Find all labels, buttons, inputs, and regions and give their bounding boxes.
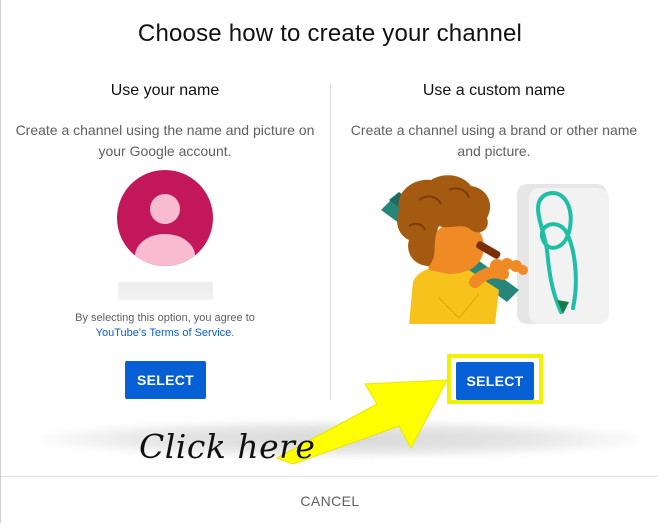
use-custom-name-description: Create a channel using a brand or other …	[350, 122, 638, 159]
account-name-placeholder	[118, 282, 213, 300]
terms-agreement: By selecting this option, you agree to Y…	[15, 311, 315, 341]
person-icon	[117, 170, 213, 266]
use-your-name-option: Use your name Create a channel using the…	[15, 82, 315, 339]
column-divider	[330, 84, 331, 400]
select-use-custom-name-button[interactable]: SELECT	[456, 362, 534, 400]
footer-divider	[1, 476, 658, 477]
cancel-button[interactable]: CANCEL	[1, 493, 658, 509]
use-your-name-description: Create a channel using the name and pict…	[15, 122, 315, 159]
use-custom-name-option: Use a custom name Create a channel using…	[344, 82, 644, 162]
agree-text: By selecting this option, you agree to	[75, 312, 255, 324]
use-your-name-title: Use your name	[110, 82, 220, 99]
use-custom-name-title: Use a custom name	[422, 82, 566, 99]
create-channel-dialog: Choose how to create your channel Use yo…	[0, 0, 658, 523]
dialog-title: Choose how to create your channel	[137, 20, 523, 47]
person-painting-illustration	[381, 175, 609, 324]
select-use-your-name-button[interactable]: SELECT	[125, 361, 206, 399]
terms-of-service-link[interactable]: YouTube's Terms of Service	[96, 327, 232, 339]
click-here-annotation: Click here	[139, 427, 316, 466]
terms-suffix: .	[231, 327, 235, 339]
